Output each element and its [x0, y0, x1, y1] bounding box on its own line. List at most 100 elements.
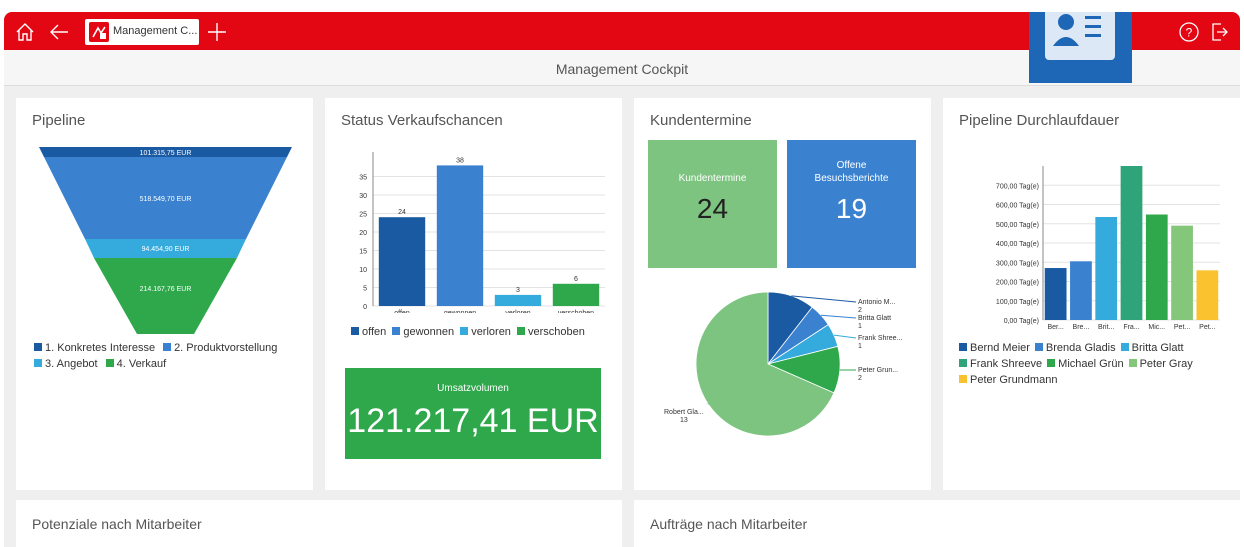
bar-5[interactable] — [1171, 225, 1193, 320]
umsatzvolumen-tile[interactable]: Umsatzvolumen 121.217,41 EUR — [345, 368, 601, 459]
y-tick-label: 5 — [363, 286, 367, 293]
legend-item[interactable]: 1. Konkretes Interesse — [34, 340, 155, 356]
legend-item[interactable]: 3. Angebot — [34, 356, 98, 372]
besuchsberichte-label-line1: Offene — [836, 160, 867, 171]
besuchsberichte-value: 19 — [835, 193, 868, 224]
bar-3[interactable] — [1120, 166, 1143, 320]
bar-6[interactable] — [1196, 270, 1219, 320]
x-tick-label: verschoben — [558, 310, 594, 313]
pie-slice-label: Robert Gla... — [664, 409, 704, 416]
contact-card-icon — [1045, 12, 1115, 60]
y-tick-label: 35 — [359, 175, 367, 182]
pie-slice-label: Britta Glatt — [858, 315, 891, 322]
bar-verschoben[interactable] — [552, 283, 600, 306]
y-tick-label: 25 — [359, 212, 367, 219]
y-tick-label: 500,00 Tag(e) — [996, 222, 1039, 229]
auftraege-card: Aufträge nach Mitarbeiter — [634, 500, 1240, 547]
bar-1[interactable] — [1070, 261, 1092, 320]
legend-item[interactable]: verloren — [460, 324, 511, 340]
funnel-label-1: 101.315,75 EUR — [140, 150, 192, 157]
kundentermine-tile-label: Kundentermine — [678, 173, 747, 184]
auftraege-title: Aufträge nach Mitarbeiter — [650, 516, 808, 532]
legend-item[interactable]: gewonnen — [392, 324, 454, 340]
y-tick-label: 300,00 Tag(e) — [996, 260, 1039, 267]
x-tick-label: Ber... — [1047, 324, 1063, 330]
legend-item[interactable]: Peter Grundmann — [959, 372, 1057, 388]
kundentermine-card: Kundentermine Kundentermine 24 Offene Be… — [634, 98, 931, 490]
x-tick-label: Mic... — [1148, 324, 1165, 330]
kundentermine-pie-chart: Antonio M...2Britta Glatt1Frank Shree...… — [664, 291, 902, 437]
bar-value-label: 3 — [516, 287, 520, 294]
funnel-label-4: 214.167,76 EUR — [140, 286, 192, 293]
legend-item[interactable]: 4. Verkauf — [105, 356, 166, 372]
y-tick-label: 20 — [359, 230, 367, 237]
umsatzvolumen-value: 121.217,41 EUR — [347, 402, 599, 440]
logout-icon[interactable] — [1208, 21, 1230, 43]
plus-icon[interactable] — [206, 21, 228, 43]
legend-item[interactable]: Brenda Gladis — [1034, 340, 1116, 356]
pie-leader-line — [820, 314, 857, 319]
pie-slice-value: 13 — [680, 417, 688, 424]
potenziale-card: Potenziale nach Mitarbeiter — [16, 500, 622, 547]
x-tick-label: Bre... — [1073, 324, 1090, 330]
legend-item[interactable]: Bernd Meier — [959, 340, 1030, 356]
legend-item[interactable]: Michael Grün — [1047, 356, 1124, 372]
status-legend: offen gewonnen verloren verschoben — [351, 324, 621, 340]
pie-leader-line — [833, 334, 857, 339]
bar-0[interactable] — [1044, 268, 1067, 320]
bar-gewonnen[interactable] — [436, 165, 484, 306]
bar-verloren[interactable] — [494, 294, 542, 306]
app-window: Management C... ? Management Cockpit Pip… — [4, 12, 1240, 547]
bar-offen[interactable] — [378, 217, 426, 306]
pie-slice-label: Antonio M... — [858, 299, 895, 306]
kundentermine-tile-value: 24 — [696, 193, 729, 224]
tab-label: Management C... — [113, 25, 198, 37]
y-tick-label: 600,00 Tag(e) — [996, 203, 1039, 210]
pie-slice-value: 1 — [858, 323, 862, 330]
funnel-label-3: 94.454,90 EUR — [142, 246, 190, 253]
legend-item[interactable]: offen — [351, 324, 386, 340]
status-card: Status Verkaufschancen 0510152025303524o… — [325, 98, 622, 490]
bar-value-label: 24 — [398, 209, 406, 216]
help-icon[interactable]: ? — [1178, 21, 1200, 43]
y-tick-label: 0,00 Tag(e) — [1004, 318, 1039, 325]
pipeline-funnel-chart: 101.315,75 EUR 518.549,70 EUR 94.454,90 … — [39, 147, 292, 334]
durchlauf-legend: Bernd Meier Brenda Gladis Britta Glatt Fra… — [959, 340, 1235, 388]
y-tick-label: 30 — [359, 193, 367, 200]
legend-item[interactable]: 2. Produktvorstellung — [163, 340, 277, 356]
y-tick-label: 15 — [359, 249, 367, 256]
besuchsberichte-tile[interactable]: Offene Besuchsberichte 19 — [787, 140, 916, 268]
y-tick-label: 700,00 Tag(e) — [996, 183, 1039, 190]
home-icon[interactable] — [14, 21, 36, 43]
legend-item[interactable]: verschoben — [517, 324, 585, 340]
y-tick-label: 100,00 Tag(e) — [996, 299, 1039, 306]
funnel-stage-4[interactable] — [94, 258, 237, 334]
pipeline-legend: 1. Konkretes Interesse 2. Produktvorstell… — [34, 340, 304, 372]
back-arrow-icon[interactable] — [48, 21, 70, 43]
bar-value-label: 6 — [574, 276, 578, 283]
pie-slice-label: Peter Grun... — [858, 367, 898, 374]
x-tick-label: Pet... — [1174, 324, 1190, 330]
x-tick-label: Fra... — [1123, 324, 1139, 330]
funnel-label-2: 518.549,70 EUR — [140, 196, 192, 203]
durchlauf-bar-chart: 0,00 Tag(e) 100,00 Tag(e) 200,00 Tag(e) 300… — [996, 166, 1220, 330]
bar-2[interactable] — [1095, 217, 1118, 320]
umsatzvolumen-label: Umsatzvolumen — [437, 383, 509, 394]
legend-item[interactable]: Peter Gray — [1128, 356, 1193, 372]
y-tick-label: 200,00 Tag(e) — [996, 280, 1039, 287]
y-tick-label: 400,00 Tag(e) — [996, 241, 1039, 248]
contact-button[interactable] — [1029, 12, 1132, 83]
cockpit-tab-icon — [89, 22, 109, 42]
legend-item[interactable]: Britta Glatt — [1120, 340, 1184, 356]
kundentermine-tile[interactable]: Kundentermine 24 — [648, 140, 777, 268]
svg-text:?: ? — [1186, 26, 1193, 40]
tab-management-cockpit[interactable]: Management C... — [85, 19, 199, 45]
bar-4[interactable] — [1145, 214, 1168, 320]
legend-item[interactable]: Frank Shreeve — [959, 356, 1042, 372]
besuchsberichte-label-line2: Besuchsberichte — [814, 173, 889, 184]
x-tick-label: Brit... — [1098, 324, 1114, 330]
x-tick-label: verloren — [505, 310, 530, 313]
x-tick-label: gewonnen — [444, 310, 476, 313]
pie-slice-value: 2 — [858, 375, 862, 382]
potenziale-title: Potenziale nach Mitarbeiter — [32, 516, 202, 532]
